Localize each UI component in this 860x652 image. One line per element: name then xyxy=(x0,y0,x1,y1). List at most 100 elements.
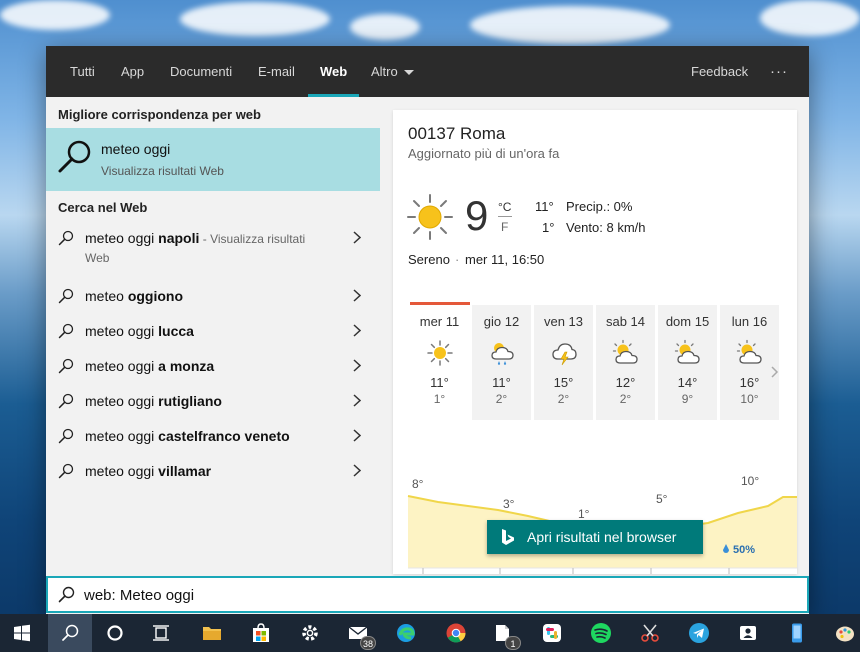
forecast-day-name: sab 14 xyxy=(605,314,646,329)
chrome-button[interactable] xyxy=(434,614,478,652)
temperature-label: 3° xyxy=(503,497,515,511)
telegram-icon xyxy=(689,623,709,643)
scissors-icon xyxy=(641,624,659,642)
best-match-result[interactable]: meteo oggi Visualizza risultati Web xyxy=(46,128,380,191)
search-suggestion[interactable]: meteo oggi rutigliano xyxy=(46,384,380,419)
partly-cloudy-icon xyxy=(674,339,700,364)
paint-button[interactable] xyxy=(823,614,860,652)
feedback-button[interactable]: Feedback xyxy=(691,46,748,97)
search-icon xyxy=(58,463,74,479)
chevron-right-icon[interactable] xyxy=(771,366,779,378)
suggestion-completion: a monza xyxy=(158,358,215,374)
search-icon xyxy=(58,230,74,246)
people-button[interactable] xyxy=(726,614,770,652)
weather-condition: Sereno xyxy=(408,252,450,267)
search-icon xyxy=(58,358,74,374)
unit-fahrenheit-toggle[interactable]: F xyxy=(501,220,508,234)
suggestion-hint: - Visualizza risultati xyxy=(199,232,306,246)
edge-button[interactable] xyxy=(384,614,428,652)
telegram-button[interactable] xyxy=(677,614,721,652)
cortana-icon xyxy=(107,625,123,641)
chevron-down-icon xyxy=(403,70,414,76)
spotify-button[interactable] xyxy=(579,614,623,652)
open-in-browser-button[interactable]: Apri risultati nel browser xyxy=(487,520,703,554)
snipping-tool-button[interactable] xyxy=(628,614,672,652)
settings-button[interactable] xyxy=(288,614,332,652)
suggestion-prefix: meteo oggi xyxy=(85,393,159,409)
web-search-heading: Cerca nel Web xyxy=(58,200,148,215)
search-suggestion[interactable]: meteo oggiono xyxy=(46,279,380,314)
forecast-day[interactable]: gio 12 11° 2° xyxy=(472,305,531,420)
folder-icon xyxy=(203,627,221,640)
weather-location: 00137 Roma xyxy=(408,124,506,143)
taskbar-search-button[interactable] xyxy=(48,614,92,652)
partly-cloudy-rain-icon xyxy=(491,343,514,365)
search-input[interactable] xyxy=(84,584,784,606)
start-button[interactable] xyxy=(0,614,44,652)
cortana-button[interactable] xyxy=(93,614,137,652)
preview-pane: 00137 Roma Aggiornato più di un'ora fa 9… xyxy=(380,97,809,574)
task-view-button[interactable] xyxy=(139,614,183,652)
suggestion-completion: villamar xyxy=(158,463,212,479)
forecast-day-name: dom 15 xyxy=(665,314,710,329)
slack-button[interactable] xyxy=(530,614,574,652)
suggestion-prefix: meteo oggi xyxy=(85,323,159,339)
current-temperature: 9 xyxy=(465,192,489,239)
search-suggestion[interactable]: meteo oggi castelfranco veneto xyxy=(46,419,380,454)
store-button[interactable] xyxy=(239,614,283,652)
forecast-low: 2° xyxy=(495,392,508,406)
search-icon xyxy=(58,586,75,603)
file-explorer-button[interactable] xyxy=(190,614,234,652)
more-options-button[interactable]: ··· xyxy=(770,46,788,97)
forecast-day[interactable]: ven 13 15° 2° xyxy=(534,305,593,420)
suggestion-prefix: meteo oggi xyxy=(85,230,159,246)
windows-logo-icon xyxy=(14,624,30,642)
tab-email[interactable]: E-mail xyxy=(258,46,295,97)
temperature-label: 10° xyxy=(741,474,759,488)
forecast-day[interactable]: sab 14 12° 2° xyxy=(596,305,655,420)
chevron-right-icon xyxy=(353,324,361,337)
suggestion-completion: lucca xyxy=(158,323,194,339)
bing-logo-icon xyxy=(502,529,514,545)
chevron-right-icon xyxy=(353,289,361,302)
partly-cloudy-icon xyxy=(612,339,638,364)
forecast-low: 10° xyxy=(740,392,759,406)
forecast-day[interactable]: dom 15 14° 9° xyxy=(658,305,717,420)
mail-button[interactable]: 38 xyxy=(336,614,380,652)
search-tabs-bar: Tutti App Documenti E-mail Web Altro Fee… xyxy=(46,46,809,97)
condition-separator: · xyxy=(455,252,460,267)
tab-altro[interactable]: Altro xyxy=(371,46,414,97)
search-icon xyxy=(58,323,74,339)
store-bag-icon xyxy=(253,623,269,642)
weather-datetime: mer 11, 16:50 xyxy=(465,252,545,267)
suggestion-prefix: meteo oggi xyxy=(85,428,159,444)
files-app-button[interactable]: 1 xyxy=(481,614,525,652)
tab-tutti[interactable]: Tutti xyxy=(70,46,95,97)
best-match-title: meteo oggi xyxy=(101,141,171,157)
search-suggestion[interactable]: meteo oggi lucca xyxy=(46,314,380,349)
suggestion-completion: napoli xyxy=(158,230,200,246)
chrome-icon xyxy=(446,623,466,643)
search-icon xyxy=(58,288,74,304)
search-suggestion[interactable]: meteo oggi napoli - Visualizza risultati… xyxy=(46,221,380,273)
search-suggestion[interactable]: meteo oggi a monza xyxy=(46,349,380,384)
forecast-high: 14° xyxy=(677,375,698,390)
phone-link-button[interactable] xyxy=(775,614,819,652)
forecast-day[interactable]: mer 11 11° 1° xyxy=(410,305,469,420)
search-icon xyxy=(58,140,91,173)
partly-cloudy-icon xyxy=(736,339,762,364)
suggestion-text: meteo oggi rutigliano xyxy=(85,393,222,409)
search-suggestion[interactable]: meteo oggi villamar xyxy=(46,454,380,489)
tab-documenti[interactable]: Documenti xyxy=(170,46,232,97)
tab-app[interactable]: App xyxy=(121,46,144,97)
weather-updated: Aggiornato più di un'ora fa xyxy=(408,146,560,161)
forecast-day[interactable]: lun 16 16° 10° xyxy=(720,305,779,420)
unit-celsius-toggle[interactable]: °C xyxy=(498,200,511,214)
wallpaper-cloud xyxy=(470,6,670,44)
precipitation: Precip.: 0% xyxy=(566,199,633,214)
temperature-label: 1° xyxy=(578,507,590,521)
thunderstorm-icon xyxy=(552,343,577,366)
search-box xyxy=(46,576,809,613)
tab-web[interactable]: Web xyxy=(307,46,360,97)
open-in-browser-label: Apri risultati nel browser xyxy=(527,529,677,545)
